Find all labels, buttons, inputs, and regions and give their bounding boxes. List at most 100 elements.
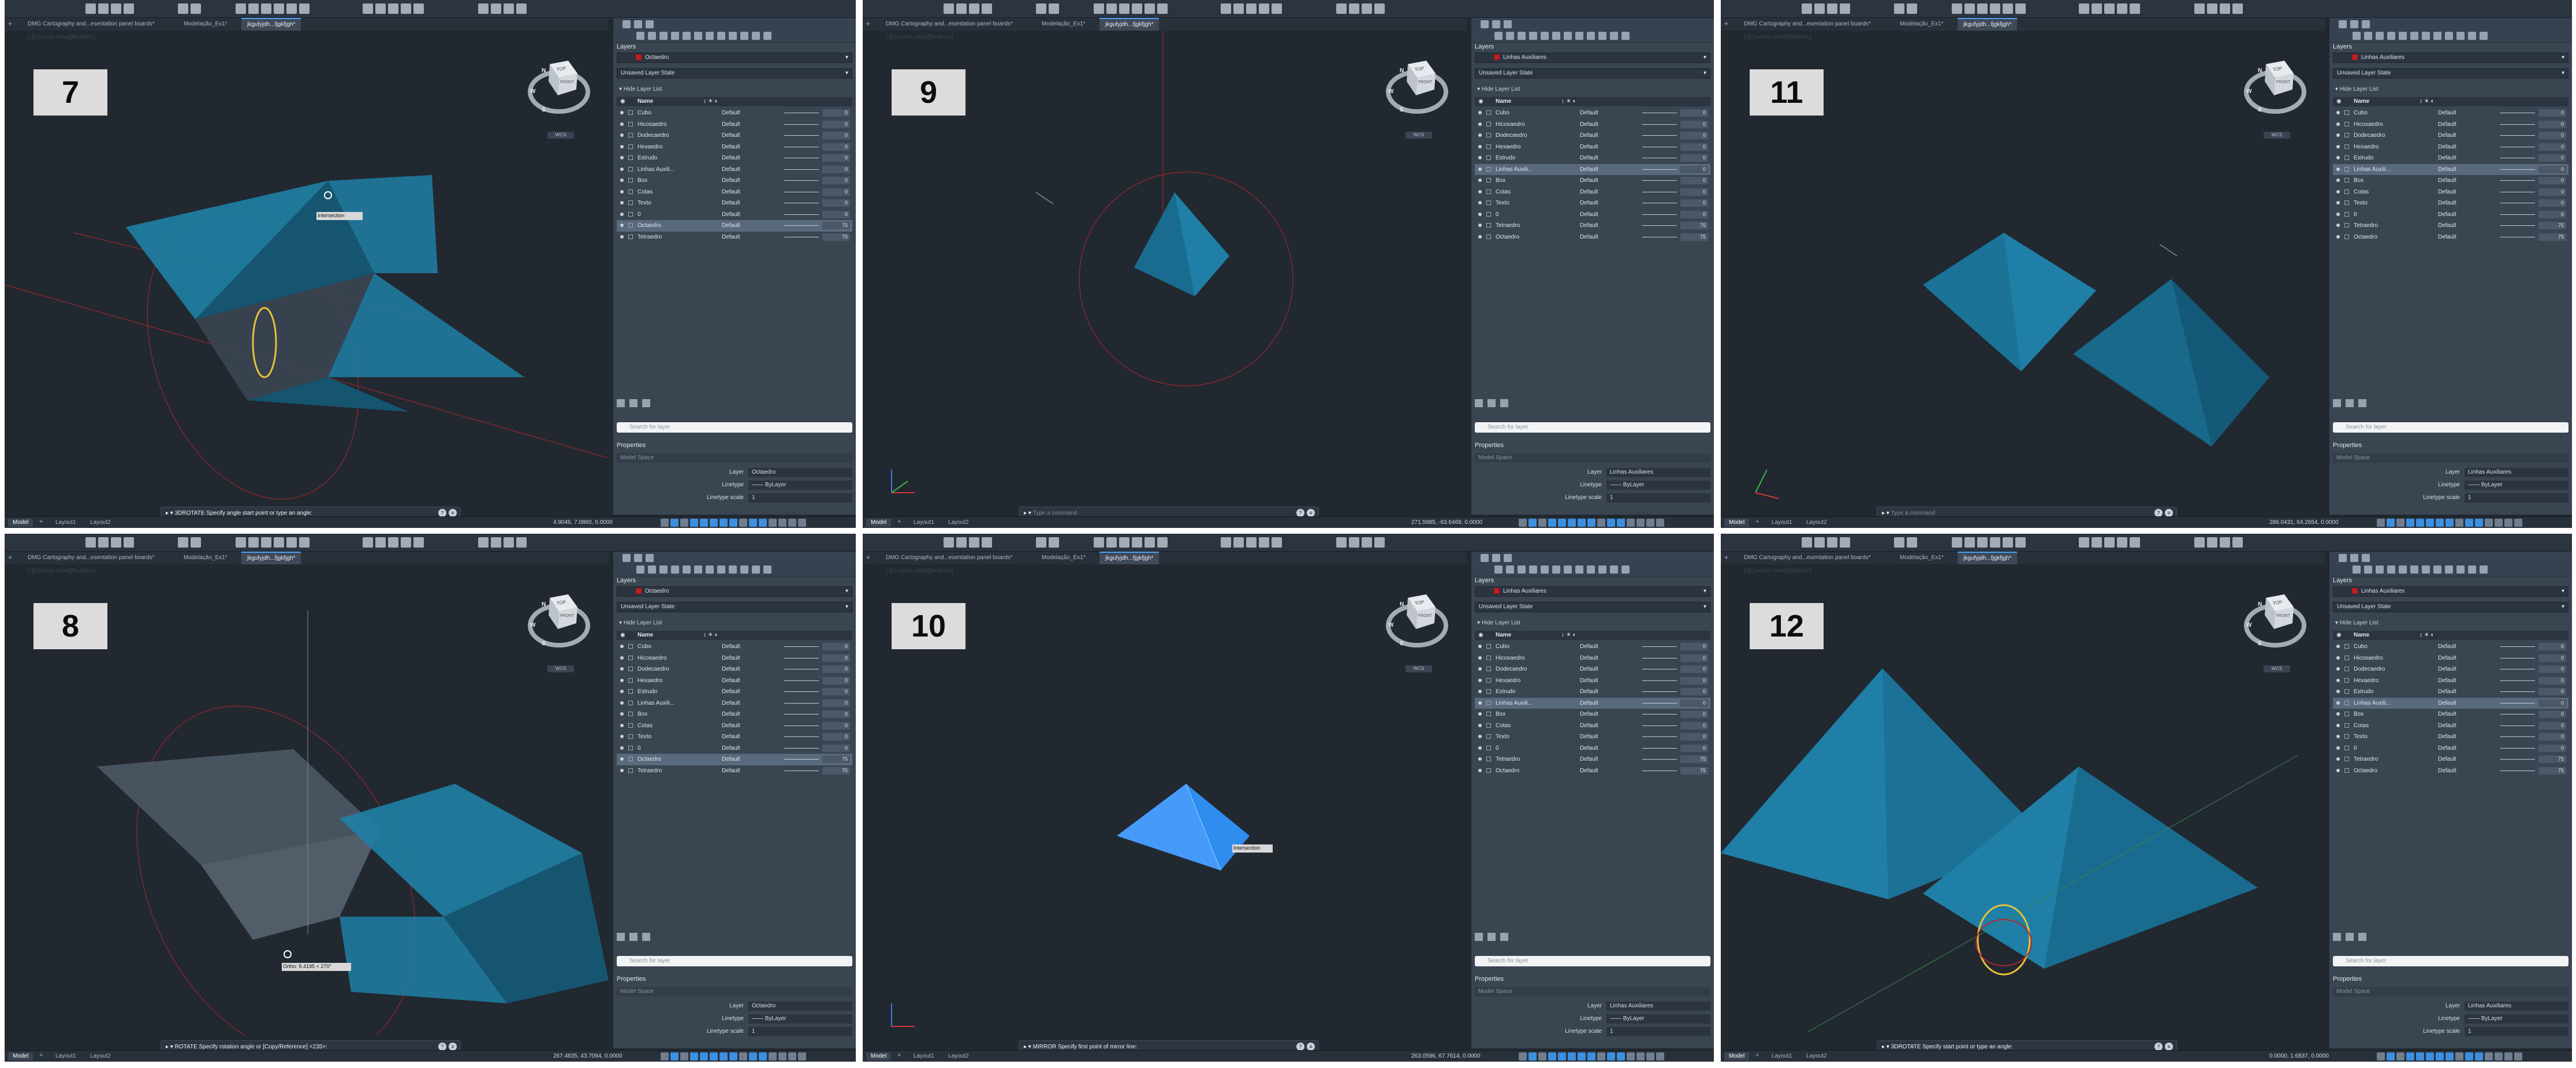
selection-cycling-icon[interactable]	[1607, 1052, 1615, 1060]
layout1-tab[interactable]: Layout1	[51, 519, 81, 527]
match-icon[interactable]	[2194, 537, 2205, 548]
file-tab[interactable]: Modelação_Ex1*	[178, 19, 233, 29]
layer-state-dropdown[interactable]: Unsaved Layer State ▾	[1475, 602, 1710, 612]
infer-icon[interactable]	[2396, 519, 2404, 527]
command-text[interactable]: ROTATE Specify rotation angle or [Copy/R…	[175, 1044, 327, 1050]
layout-icon[interactable]	[1990, 537, 2000, 548]
layer-color-swatch[interactable]	[2344, 745, 2349, 750]
layer-transparency[interactable]: 0	[2538, 177, 2566, 184]
layer-linetype[interactable]: Default	[2438, 700, 2456, 706]
chevron-down-icon[interactable]: ▾	[845, 587, 848, 596]
infer-icon[interactable]	[680, 1052, 688, 1060]
visibility-icon[interactable]	[1478, 235, 1482, 239]
layer-color-swatch[interactable]	[2344, 144, 2349, 149]
layout2-tab[interactable]: Layout2	[944, 1052, 974, 1060]
group-filter-icon[interactable]	[1488, 933, 1496, 941]
layer-linetype[interactable]: Default	[2438, 121, 2456, 128]
layer-color-swatch[interactable]	[1486, 757, 1491, 761]
layers-tab-icon[interactable]	[2339, 554, 2347, 562]
workspace-icon[interactable]	[2495, 519, 2503, 527]
blocks-tab-icon[interactable]	[2350, 554, 2358, 562]
lineweight-icon[interactable]	[729, 1052, 737, 1060]
plus-icon[interactable]: +	[897, 518, 901, 525]
layer-linetype[interactable]: Default	[2438, 678, 2456, 684]
save-as-icon[interactable]	[1840, 3, 1850, 14]
command-text[interactable]: 3DROTATE Specify angle start point or ty…	[175, 510, 313, 516]
layer-color-swatch[interactable]	[628, 734, 633, 739]
plus-icon[interactable]: +	[8, 20, 12, 28]
visibility-icon[interactable]	[1478, 189, 1482, 193]
redo-icon[interactable]	[1049, 537, 1059, 548]
undo-icon[interactable]	[178, 3, 188, 14]
layer-row[interactable]: Octaedro Default 75	[617, 220, 852, 232]
file-tab-active[interactable]: jkgufyjdh...fjgkfjgh*	[241, 552, 301, 564]
layer-color-swatch[interactable]	[1486, 223, 1491, 228]
layer-linetype[interactable]: Default	[1580, 189, 1598, 195]
compass-w[interactable]: W	[530, 622, 535, 628]
window-icon[interactable]	[1221, 537, 1231, 548]
layer-transparency[interactable]: 0	[1680, 154, 1708, 162]
layer-states-icon[interactable]	[2399, 32, 2407, 40]
layer-row[interactable]: Cotas Default 0	[1475, 720, 1710, 732]
layer-linetype[interactable]: Default	[2438, 643, 2456, 650]
recent-commands-icon[interactable]: ≡	[2165, 1043, 2173, 1051]
layer-transparency[interactable]: 0	[2538, 210, 2566, 218]
open-folder-icon[interactable]	[85, 3, 96, 14]
layer-row[interactable]: Octaedro Default 75	[617, 754, 852, 765]
model-tab[interactable]: Model	[866, 519, 892, 527]
hand-pan-icon[interactable]	[375, 3, 386, 14]
layer-linetype[interactable]: Default	[2438, 200, 2456, 206]
grid-icon[interactable]	[661, 519, 669, 527]
export-icon[interactable]	[1157, 537, 1168, 548]
visibility-icon[interactable]	[620, 746, 624, 750]
layer-linetype[interactable]: Default	[2438, 689, 2456, 695]
chevron-down-icon[interactable]: ▾	[1703, 587, 1706, 596]
annotation-scale-icon[interactable]	[2485, 519, 2493, 527]
layer-color-swatch[interactable]	[2344, 189, 2349, 194]
chevron-down-icon[interactable]: ▾	[2562, 587, 2564, 596]
layer-filter-icon[interactable]	[1475, 399, 1483, 407]
layer-linetype[interactable]: Default	[1580, 234, 1598, 240]
layer-color-swatch[interactable]	[628, 745, 633, 750]
gear-icon[interactable]	[2504, 519, 2512, 527]
viewcube-front-label[interactable]: FRONT	[1418, 80, 1432, 84]
layer-color-swatch[interactable]	[2344, 223, 2349, 228]
design-center-icon[interactable]	[1362, 3, 1372, 14]
prop-linetype-value[interactable]: —— ByLayer	[748, 481, 852, 490]
visibility-icon[interactable]	[620, 735, 624, 738]
recent-commands-icon[interactable]: ≡	[1307, 509, 1315, 517]
properties-tab-icon[interactable]	[1504, 554, 1512, 562]
grid-icon[interactable]	[661, 1052, 669, 1060]
layer-row[interactable]: Hicosaedro Default 0	[617, 119, 852, 131]
design-center-icon[interactable]	[1362, 537, 1372, 548]
layout-icon[interactable]	[1132, 537, 1142, 548]
layer-linetype[interactable]: Default	[1580, 700, 1598, 706]
visibility-icon[interactable]	[2336, 201, 2340, 204]
isolate-icon[interactable]	[2410, 565, 2418, 574]
walk-icon[interactable]	[740, 565, 748, 574]
plus-icon[interactable]: +	[8, 553, 12, 561]
layer-linetype[interactable]: Default	[1580, 110, 1598, 116]
print-icon[interactable]	[1094, 537, 1104, 548]
blocks-tab-icon[interactable]	[1492, 554, 1500, 562]
layer-linetype[interactable]: Default	[1580, 655, 1598, 661]
merge-icon[interactable]	[752, 32, 760, 40]
compass-n[interactable]: N	[2258, 601, 2262, 608]
redo-icon[interactable]	[191, 537, 201, 548]
layer-transparency[interactable]: 0	[822, 654, 850, 662]
freeze-icon[interactable]	[2422, 565, 2430, 574]
visibility-icon[interactable]	[2336, 111, 2340, 114]
layer-row[interactable]: Linhas Auxili... Default 0	[2333, 163, 2568, 175]
print-icon[interactable]	[1094, 3, 1104, 14]
refresh-icon[interactable]	[2480, 32, 2488, 40]
new-layer-vp-icon[interactable]	[2364, 32, 2372, 40]
compass-w[interactable]: W	[2246, 622, 2251, 628]
layout2-tab[interactable]: Layout2	[85, 519, 115, 527]
layer-linetype[interactable]: Default	[1580, 222, 1598, 229]
visibility-icon[interactable]	[2336, 678, 2340, 682]
match-icon[interactable]	[478, 3, 489, 14]
layer-state-dropdown[interactable]: Unsaved Layer State ▾	[617, 68, 852, 79]
visibility-icon[interactable]	[2336, 645, 2340, 648]
properties-tab-icon[interactable]	[646, 554, 654, 562]
polar-icon[interactable]	[1558, 1052, 1566, 1060]
